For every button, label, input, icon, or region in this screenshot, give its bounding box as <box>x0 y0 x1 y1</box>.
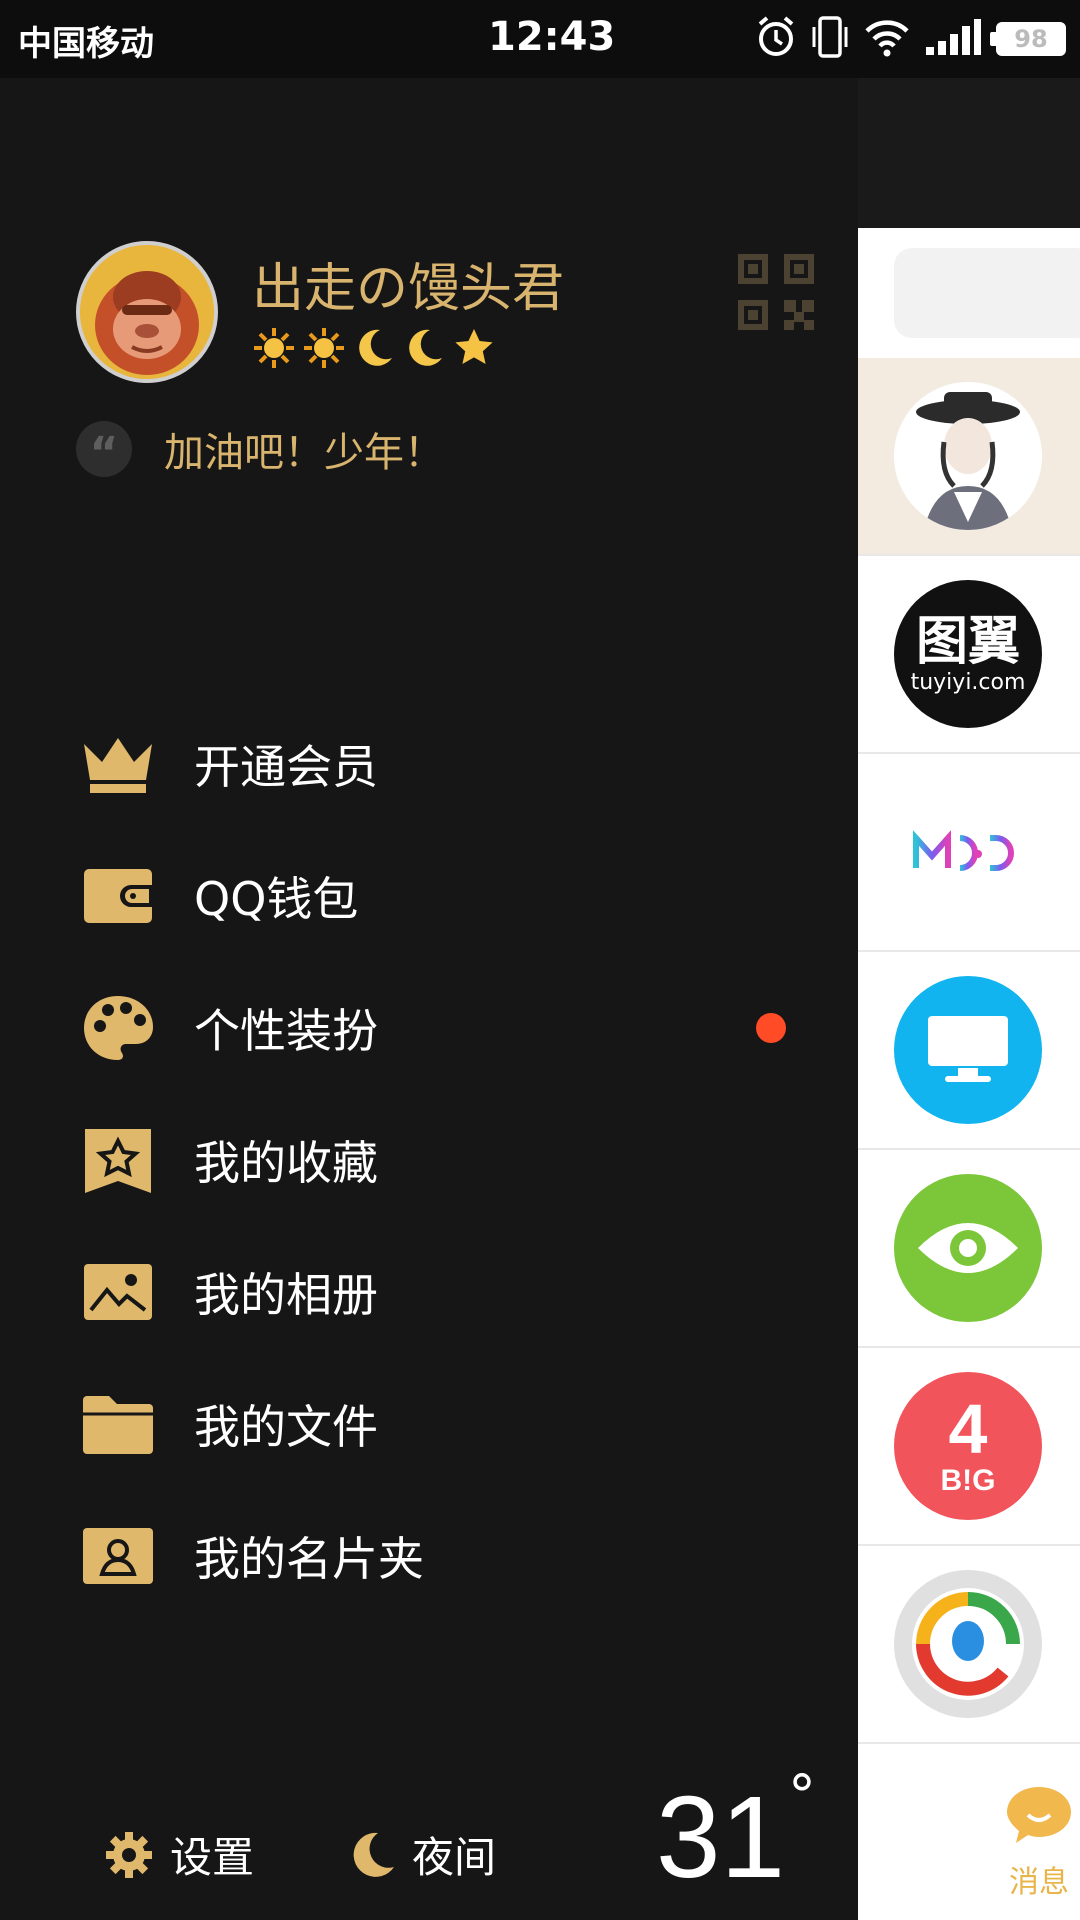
main-header <box>858 78 1080 228</box>
folder-icon <box>82 1388 154 1460</box>
moon-icon <box>409 329 442 366</box>
level-badges[interactable] <box>252 326 496 370</box>
temperature[interactable]: 31 <box>656 1770 785 1904</box>
big-app-logo: 4 B!G <box>894 1372 1042 1520</box>
menu-label: 个性装扮 <box>194 1004 378 1058</box>
chat-bubble-icon <box>1007 1787 1071 1843</box>
personal-signature[interactable]: 加油吧！少年！ <box>164 420 444 478</box>
mod-logo <box>894 778 1042 926</box>
favorite-icon <box>82 1124 154 1196</box>
star-icon <box>455 329 493 364</box>
menu-label: 开通会员 <box>194 740 378 794</box>
big-logo-number: 4 <box>948 1390 988 1468</box>
moon-icon <box>353 1832 394 1877</box>
carrier-name: 中国移动 <box>18 24 154 64</box>
gear-icon <box>106 1831 152 1878</box>
side-drawer: 出走の馒头君 “ 加油吧！少年！ 开通会员 QQ钱包 个性装扮 我的收藏 我的相… <box>0 78 858 1920</box>
tuyiyi-logo-text: 图翼 <box>915 611 1020 672</box>
menu-item-album[interactable]: 我的相册 <box>0 1226 858 1358</box>
menu-item-vip[interactable]: 开通会员 <box>0 698 858 830</box>
moon-icon <box>359 329 392 366</box>
new-badge-dot <box>756 1013 786 1043</box>
night-label: 夜间 <box>412 1833 497 1882</box>
qr-code-icon[interactable] <box>738 254 814 330</box>
menu-label: 我的收藏 <box>194 1136 378 1190</box>
alarm-icon <box>756 15 796 63</box>
status-bar: 中国移动 12:43 98 <box>0 0 1080 78</box>
menu-label: 我的相册 <box>194 1268 378 1322</box>
tencent-news-logo <box>894 1570 1042 1718</box>
tuyiyi-logo: 图翼 tuyiyi.com <box>894 580 1042 728</box>
menu-item-theme[interactable]: 个性装扮 <box>0 962 858 1094</box>
main-panel-peek[interactable]: 图翼 tuyiyi.com 4 B!G 消息 <box>858 78 1080 1920</box>
gorilla-avatar-image <box>80 245 214 379</box>
battery-icon: 98 <box>990 22 1066 56</box>
menu-item-wallet[interactable]: QQ钱包 <box>0 830 858 962</box>
sun-icon <box>254 328 294 368</box>
menu-label: 我的名片夹 <box>194 1532 424 1586</box>
night-mode-button[interactable]: 夜间 <box>348 1824 496 1885</box>
menu-item-files[interactable]: 我的文件 <box>0 1358 858 1490</box>
tuyiyi-logo-domain: tuyiyi.com <box>910 669 1026 695</box>
monitor-app-logo <box>894 976 1042 1124</box>
screen: 中国移动 12:43 98 图翼 tuyiyi.com 4 B!G 消息 出走の… <box>0 0 1080 1920</box>
signal-icon <box>924 17 982 61</box>
settings-label: 设置 <box>170 1833 255 1882</box>
degree-symbol: ° <box>788 1764 816 1829</box>
city-name: 北京 <box>682 1914 758 1920</box>
sun-icon <box>304 328 344 368</box>
drawer-footer: 设置 夜间 31 ° 北京 <box>0 1764 858 1920</box>
crown-icon <box>82 728 154 800</box>
contact-avatar <box>894 382 1042 530</box>
settings-button[interactable]: 设置 <box>104 1824 254 1885</box>
status-icons: 98 <box>756 16 1066 62</box>
chat-item[interactable] <box>858 952 1080 1150</box>
search-input[interactable] <box>894 248 1080 338</box>
chat-item[interactable] <box>858 1546 1080 1744</box>
menu-item-card-holder[interactable]: 我的名片夹 <box>0 1490 858 1622</box>
vibrate-icon <box>810 15 850 63</box>
chat-item[interactable]: 4 B!G <box>858 1348 1080 1546</box>
clock: 12:43 <box>488 14 616 60</box>
quote-icon: “ <box>76 421 132 479</box>
wallet-icon <box>82 860 154 932</box>
chat-item[interactable]: 图翼 tuyiyi.com <box>858 556 1080 754</box>
tab-messages[interactable]: 消息 <box>998 1783 1080 1901</box>
username[interactable]: 出走の馒头君 <box>252 246 564 321</box>
battery-level: 98 <box>1014 25 1048 53</box>
big-logo-text: B!G <box>940 1464 996 1497</box>
drawer-menu: 开通会员 QQ钱包 个性装扮 我的收藏 我的相册 我的文件 我的名片夹 <box>0 698 858 1622</box>
eye-app-logo <box>894 1174 1042 1322</box>
chat-item[interactable] <box>858 358 1080 556</box>
wifi-icon <box>864 17 910 61</box>
palette-icon <box>82 992 154 1064</box>
chat-item[interactable] <box>858 754 1080 952</box>
avatar[interactable] <box>76 241 218 383</box>
tab-messages-label: 消息 <box>1009 1865 1069 1900</box>
menu-label: QQ钱包 <box>194 872 359 926</box>
menu-label: 我的文件 <box>194 1400 378 1454</box>
photo-icon <box>82 1256 154 1328</box>
menu-item-favorites[interactable]: 我的收藏 <box>0 1094 858 1226</box>
chat-item[interactable] <box>858 1150 1080 1348</box>
card-holder-icon <box>82 1520 154 1592</box>
